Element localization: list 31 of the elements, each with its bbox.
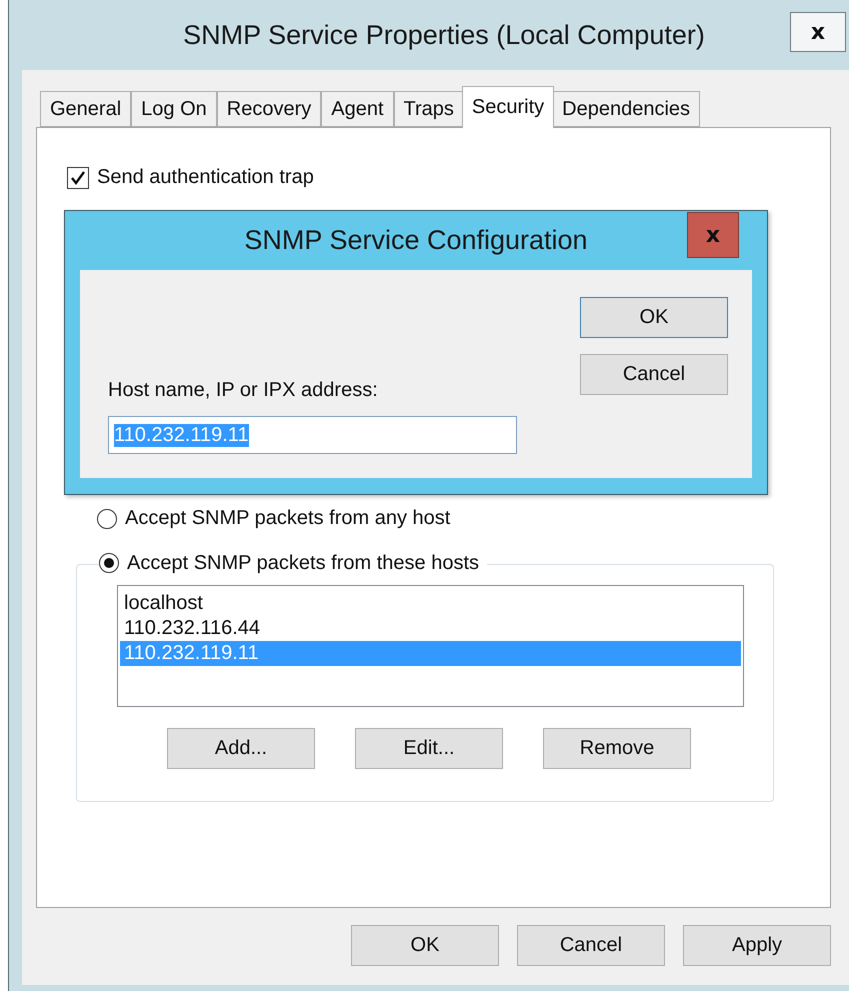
tab[interactable]: Log On <box>131 91 217 127</box>
checkbox-label: Send authentication trap <box>97 166 314 189</box>
dialog-button[interactable]: Apply <box>683 925 831 966</box>
host-button[interactable]: Add... <box>167 728 315 768</box>
tab[interactable]: Traps <box>394 91 464 127</box>
field-value: 110.232.119.11 <box>114 424 249 446</box>
list-item[interactable]: 110.232.116.44 <box>120 616 741 640</box>
tab[interactable]: Recovery <box>216 91 322 127</box>
window-title: SNMP Service Properties (Local Computer) <box>183 20 705 50</box>
radio-button[interactable] <box>99 553 119 573</box>
radio-button[interactable] <box>97 508 117 528</box>
tab[interactable]: Security <box>462 86 554 128</box>
dialog-button[interactable]: OK <box>580 297 728 338</box>
list-item[interactable]: localhost <box>120 590 741 616</box>
checkmark-icon <box>70 170 86 186</box>
hosts-list[interactable]: localhost 110.232.116.44 110.232.119.11 <box>117 584 744 706</box>
host-button[interactable]: Remove <box>543 728 691 768</box>
host-button[interactable]: Edit... <box>355 728 503 768</box>
tab[interactable]: Agent <box>321 91 394 127</box>
radio-label: Accept SNMP packets from any host <box>125 507 450 530</box>
tab[interactable]: General <box>40 91 132 127</box>
checkbox[interactable] <box>67 166 89 188</box>
dialog-button[interactable]: Cancel <box>517 925 665 966</box>
close-button[interactable]: x <box>790 12 846 52</box>
radio-label: Accept SNMP packets from these hosts <box>127 552 480 574</box>
dialog-title: SNMP Service Configuration <box>244 225 588 256</box>
field-label: Host name, IP or IPX address: <box>108 379 379 402</box>
close-button[interactable]: x <box>687 212 739 258</box>
dialog-button[interactable]: OK <box>351 925 499 966</box>
dialog-button[interactable]: Cancel <box>580 354 728 395</box>
tab[interactable]: Dependencies <box>552 91 700 127</box>
